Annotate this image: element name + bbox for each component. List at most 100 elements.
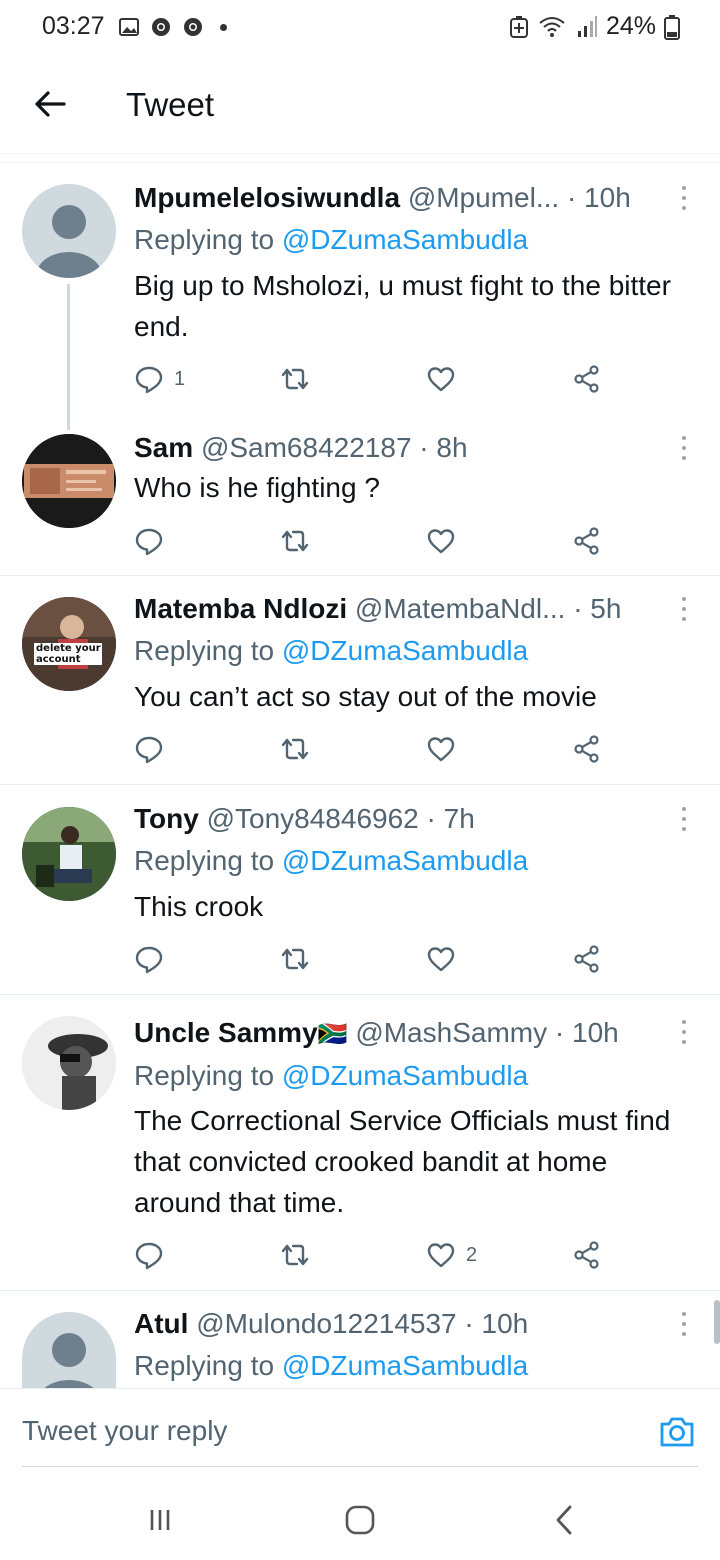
user-handle[interactable]: @MatembaNdl... xyxy=(355,593,566,624)
signal-icon xyxy=(577,15,597,37)
more-options-button[interactable] xyxy=(678,186,690,210)
system-nav-bar xyxy=(0,1480,720,1560)
retweet-button[interactable] xyxy=(280,942,320,976)
avatar[interactable] xyxy=(22,807,116,901)
default-avatar-icon xyxy=(36,205,102,278)
photo-avatar-image xyxy=(22,1016,116,1110)
heart-icon xyxy=(427,947,455,972)
share-icon xyxy=(574,365,599,393)
tweet-header: Uncle Sammy🇿🇦 @MashSammy · 10h xyxy=(134,1017,664,1049)
user-handle[interactable]: @Sam68422187 xyxy=(201,432,412,463)
mention-link[interactable]: @DZumaSambudla xyxy=(282,635,528,666)
status-right: 24% xyxy=(508,12,680,41)
display-name[interactable]: Sam xyxy=(134,432,193,463)
avatar[interactable] xyxy=(22,434,116,528)
replying-prefix: Replying to xyxy=(134,635,282,666)
retweet-button[interactable] xyxy=(280,524,320,558)
recent-apps-button[interactable] xyxy=(140,1502,180,1538)
retweet-button[interactable] xyxy=(280,732,320,766)
reply-button[interactable] xyxy=(134,524,174,558)
mention-link[interactable]: @DZumaSambudla xyxy=(282,224,528,255)
share-button[interactable] xyxy=(572,1238,602,1272)
retweet-button[interactable] xyxy=(280,1238,320,1272)
like-button[interactable] xyxy=(426,362,466,396)
more-options-button[interactable] xyxy=(678,1312,690,1336)
reply-icon xyxy=(135,736,163,764)
like-button[interactable] xyxy=(426,524,466,558)
more-options-button[interactable] xyxy=(678,807,690,831)
mention-link[interactable]: @DZumaSambudla xyxy=(282,1060,528,1091)
south-africa-flag: 🇿🇦 xyxy=(317,1021,348,1048)
gallery-icon xyxy=(119,18,139,36)
display-name[interactable]: Mpumelelosiwundla xyxy=(134,182,400,213)
mention-link[interactable]: @DZumaSambudla xyxy=(282,1350,528,1381)
retweet-icon xyxy=(281,948,309,970)
more-options-button[interactable] xyxy=(678,436,690,460)
avatar[interactable] xyxy=(22,184,116,278)
status-time: 03:27 xyxy=(42,12,105,40)
divider xyxy=(0,1290,720,1291)
like-button[interactable]: 2 xyxy=(426,1238,477,1272)
replying-to: Replying to @DZumaSambudla xyxy=(134,635,528,667)
display-name[interactable]: Uncle Sammy xyxy=(134,1017,318,1048)
tweet-text: This crook xyxy=(134,891,264,922)
back-button[interactable] xyxy=(28,82,72,126)
share-button[interactable] xyxy=(572,524,602,558)
retweet-icon xyxy=(281,738,309,760)
reply-underline xyxy=(22,1466,698,1467)
back-icon xyxy=(556,1505,572,1535)
retweet-icon xyxy=(281,1244,309,1266)
recent-apps-icon xyxy=(150,1510,170,1530)
display-name[interactable]: Tony xyxy=(134,803,199,834)
photo-avatar-image xyxy=(22,807,116,901)
like-button[interactable] xyxy=(426,732,466,766)
share-button[interactable] xyxy=(572,942,602,976)
top-app-bar: Tweet xyxy=(0,58,720,154)
more-options-button[interactable] xyxy=(678,1020,690,1044)
home-icon xyxy=(345,1505,375,1535)
tweet-time: · 10h xyxy=(566,182,631,213)
reply-icon xyxy=(135,1242,163,1270)
tweet-actions xyxy=(134,732,614,766)
nav-back-button[interactable] xyxy=(544,1502,584,1538)
scrollbar[interactable] xyxy=(714,1300,720,1344)
user-handle[interactable]: @Mpumel... xyxy=(408,182,559,213)
tweet-header: Matemba Ndlozi @MatembaNdl... · 5h xyxy=(134,593,664,625)
tweet-header: Mpumelelosiwundla @Mpumel... · 10h xyxy=(134,182,664,214)
share-button[interactable] xyxy=(572,362,602,396)
share-icon xyxy=(574,527,599,555)
reply-button[interactable] xyxy=(134,732,174,766)
replying-prefix: Replying to xyxy=(134,224,282,255)
display-name[interactable]: Matemba Ndlozi xyxy=(134,593,347,624)
reply-button[interactable] xyxy=(134,1238,174,1272)
wifi-icon xyxy=(539,16,565,37)
heart-icon xyxy=(427,737,455,762)
reply-input[interactable]: Tweet your reply xyxy=(22,1415,227,1447)
display-name[interactable]: Atul xyxy=(134,1308,188,1339)
tweet-header: Sam @Sam68422187 · 8h xyxy=(134,432,664,464)
like-button[interactable] xyxy=(426,942,466,976)
home-button[interactable] xyxy=(340,1502,380,1538)
user-handle[interactable]: @MashSammy xyxy=(355,1017,547,1048)
replying-prefix: Replying to xyxy=(134,845,282,876)
reply-button[interactable]: 1 xyxy=(134,362,185,396)
avatar[interactable] xyxy=(22,1016,116,1110)
reply-icon xyxy=(135,528,163,556)
replying-prefix: Replying to xyxy=(134,1060,282,1091)
divider xyxy=(0,575,720,576)
retweet-button[interactable] xyxy=(280,362,320,396)
avatar[interactable]: delete your account xyxy=(22,597,116,691)
mention-link[interactable]: @DZumaSambudla xyxy=(282,845,528,876)
share-icon xyxy=(574,945,599,973)
avatar[interactable] xyxy=(22,1312,116,1388)
user-handle[interactable]: @Tony84846962 xyxy=(207,803,419,834)
camera-button[interactable] xyxy=(658,1413,696,1451)
more-options-button[interactable] xyxy=(678,597,690,621)
user-handle[interactable]: @Mulondo12214537 xyxy=(196,1308,456,1339)
share-button[interactable] xyxy=(572,732,602,766)
share-icon xyxy=(574,1241,599,1269)
reply-button[interactable] xyxy=(134,942,174,976)
more-notifications-dot xyxy=(220,23,227,31)
chrome-icon xyxy=(184,18,202,36)
replying-to: Replying to @DZumaSambudla xyxy=(134,1350,528,1382)
